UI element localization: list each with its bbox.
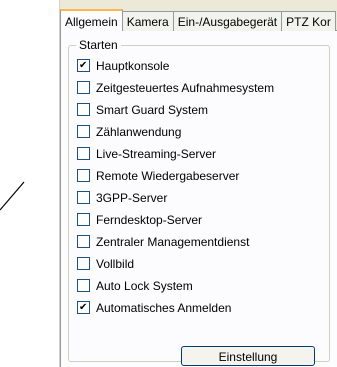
option-label: Vollbild (96, 257, 135, 271)
option-smart-guard-system[interactable]: Smart Guard System (77, 102, 208, 118)
tab-strip: Allgemein Kamera Ein-/Ausgabegerät PTZ Kor (60, 8, 337, 33)
option-live-streaming-server[interactable]: Live-Streaming-Server (77, 146, 216, 162)
checkbox-icon[interactable] (77, 125, 90, 139)
screenshot-stage: Allgemein Kamera Ein-/Ausgabegerät PTZ Kor … (0, 0, 337, 367)
checkbox-icon[interactable] (77, 279, 90, 293)
checkbox-icon[interactable] (77, 235, 90, 249)
option-zeitgesteuertes-aufnahmesystem[interactable]: Zeitgesteuertes Aufnahmesystem (77, 80, 274, 96)
option-label: Auto Lock System (96, 279, 193, 293)
option-label: Zählanwendung (96, 125, 182, 139)
option-label: 3GPP-Server (96, 191, 168, 205)
tab-ein-ausgabegeraet[interactable]: Ein-/Ausgabegerät (172, 11, 283, 32)
option-automatisches-anmelden[interactable]: Automatisches Anmelden (77, 300, 231, 316)
option-label: Automatisches Anmelden (96, 301, 232, 315)
tab-allgemein[interactable]: Allgemein (60, 9, 123, 33)
option-auto-lock-system[interactable]: Auto Lock System (77, 278, 193, 294)
checkbox-icon[interactable] (77, 147, 90, 161)
option-label: Zeitgesteuertes Aufnahmesystem (96, 81, 275, 95)
tab-ptz[interactable]: PTZ Kor (281, 11, 336, 32)
checkbox-icon[interactable] (77, 257, 90, 271)
option-hauptkonsole[interactable]: Hauptkonsole (77, 58, 169, 74)
checkbox-icon[interactable] (77, 81, 90, 95)
option-vollbild[interactable]: Vollbild (77, 256, 134, 272)
option-label: Remote Wiedergabeserver (96, 169, 240, 183)
checkbox-icon[interactable] (77, 59, 90, 73)
option-3gpp-server[interactable]: 3GPP-Server (77, 190, 167, 206)
option-remote-wiedergabeserver[interactable]: Remote Wiedergabeserver (77, 168, 239, 184)
tab-panel-allgemein: Starten Hauptkonsole Zeitgesteuertes Auf… (60, 31, 337, 367)
option-label: Ferndesktop-Server (96, 213, 203, 227)
option-zentraler-managementdienst[interactable]: Zentraler Managementdienst (77, 234, 249, 250)
checkbox-icon[interactable] (77, 191, 90, 205)
einstellung-button[interactable]: Einstellung (181, 346, 315, 366)
checkbox-icon[interactable] (77, 213, 90, 227)
checkbox-icon[interactable] (77, 301, 90, 315)
option-ferndesktop-server[interactable]: Ferndesktop-Server (77, 212, 202, 228)
checkbox-icon[interactable] (77, 169, 90, 183)
option-label: Smart Guard System (96, 103, 209, 117)
option-label: Live-Streaming-Server (96, 147, 217, 161)
tab-kamera[interactable]: Kamera (121, 11, 174, 32)
checkbox-icon[interactable] (77, 103, 90, 117)
group-legend: Starten (76, 38, 121, 52)
startup-groupbox: Starten Hauptkonsole Zeitgesteuertes Auf… (68, 38, 330, 366)
option-label: Zentraler Managementdienst (96, 235, 250, 249)
option-zaehlanwendung[interactable]: Zählanwendung (77, 124, 181, 140)
option-label: Hauptkonsole (96, 59, 170, 73)
settings-dialog: Allgemein Kamera Ein-/Ausgabegerät PTZ Kor … (59, 0, 337, 367)
